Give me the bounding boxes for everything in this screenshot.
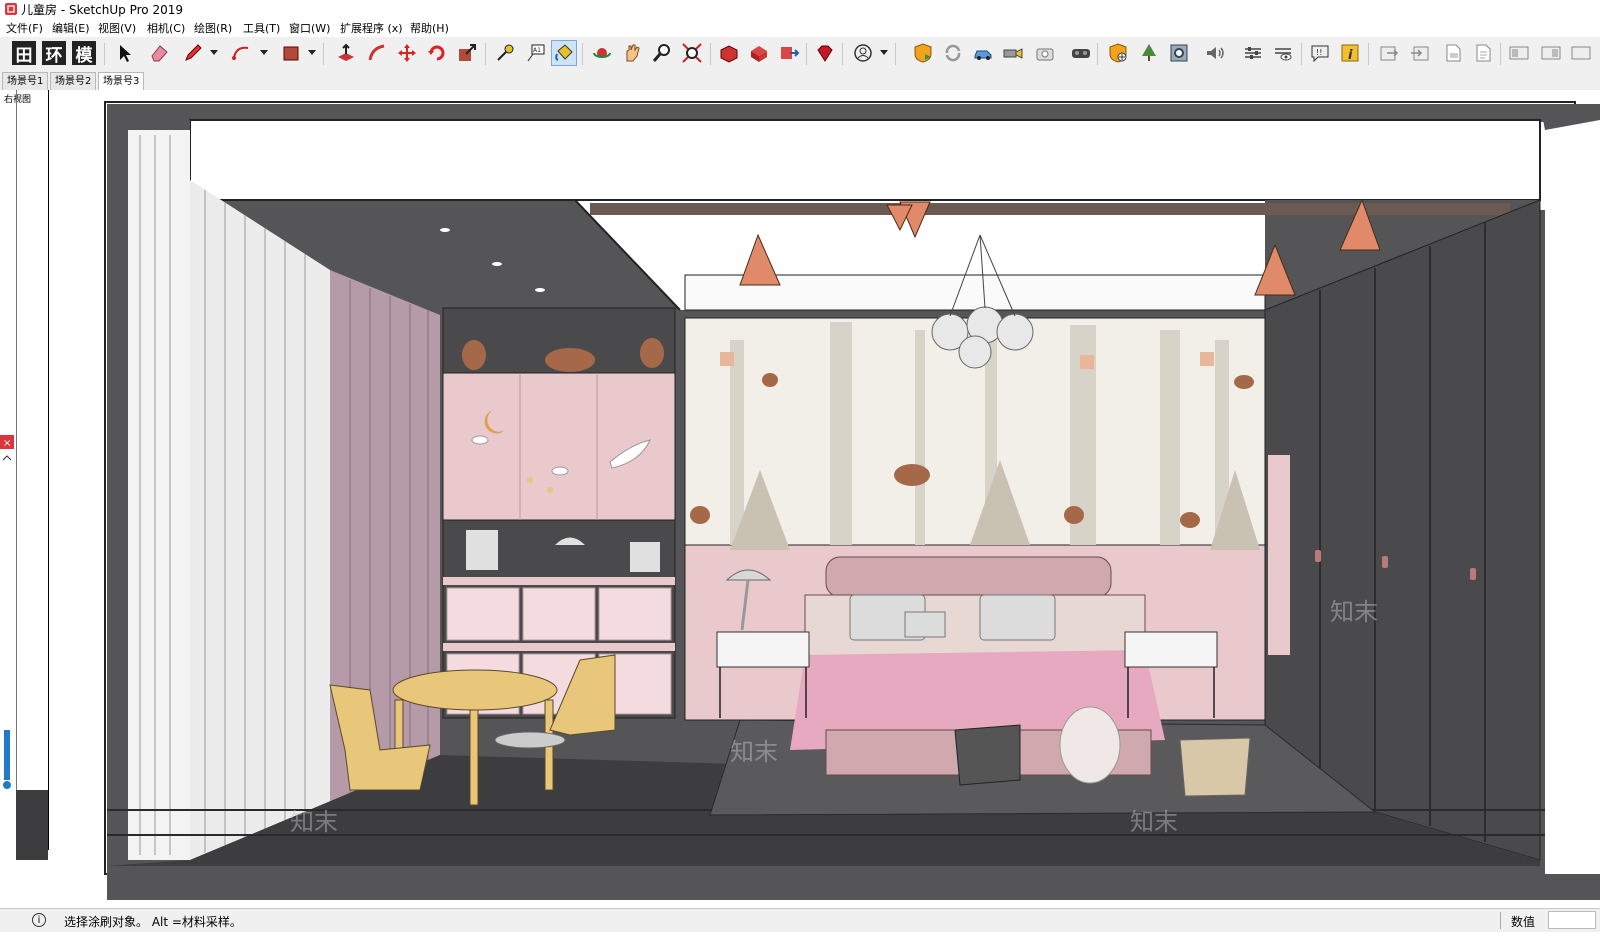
- status-divider: [1500, 912, 1501, 929]
- menu-edit[interactable]: 编辑(E): [50, 20, 92, 36]
- follow-me-icon[interactable]: [364, 40, 390, 66]
- svg-text:!!: !!: [1316, 48, 1322, 57]
- toolbar-separator: [1368, 43, 1369, 65]
- pencil-icon[interactable]: [180, 40, 206, 66]
- scene-tabs-bar: 场景号1 场景号2 场景号3: [0, 71, 1600, 91]
- sketchup-logo-icon: [5, 3, 17, 15]
- orbit-icon[interactable]: [589, 40, 615, 66]
- toolbar-separator: [582, 43, 583, 65]
- document-icon[interactable]: [1470, 40, 1496, 66]
- account-icon[interactable]: [850, 40, 876, 66]
- toolbar-separator: [104, 43, 105, 65]
- window-extra-icon[interactable]: [1568, 40, 1594, 66]
- svg-text:A1: A1: [533, 47, 541, 54]
- move-icon[interactable]: [394, 40, 420, 66]
- tree-icon[interactable]: [1136, 40, 1162, 66]
- chevron-down-icon[interactable]: [880, 47, 888, 57]
- extension-warehouse-icon[interactable]: [746, 40, 772, 66]
- toolbar-separator: [895, 43, 896, 65]
- car-icon[interactable]: [970, 40, 996, 66]
- tab-scene-3[interactable]: 场景号3: [98, 72, 145, 91]
- mo-button[interactable]: 模: [72, 41, 96, 66]
- tian-button[interactable]: 田: [12, 41, 36, 66]
- tape-measure-icon[interactable]: [492, 40, 518, 66]
- vr-headset-icon[interactable]: [1068, 40, 1094, 66]
- rotate-icon[interactable]: [424, 40, 450, 66]
- svg-text:知末: 知末: [290, 808, 338, 836]
- info-circle-icon[interactable]: i: [32, 913, 46, 927]
- panel-icon[interactable]: [1506, 40, 1532, 66]
- toolbar-separator: [710, 43, 711, 65]
- status-hint: 选择涂刷对象。 Alt =材料采样。: [64, 915, 242, 929]
- svg-text:×: ×: [3, 438, 11, 449]
- toolbar-separator: [1301, 43, 1302, 65]
- paint-bucket-icon[interactable]: [551, 40, 577, 66]
- shield-play-icon[interactable]: [910, 40, 936, 66]
- sliders-icon[interactable]: [1240, 40, 1266, 66]
- tab-scene-1[interactable]: 场景号1: [2, 72, 49, 90]
- chevron-down-icon[interactable]: [210, 47, 218, 57]
- camera-icon[interactable]: [1032, 40, 1058, 66]
- toolbar-separator: [485, 43, 486, 65]
- menu-bar: 文件(F) 编辑(E) 视图(V) 相机(C) 绘图(R) 工具(T) 窗口(W…: [0, 18, 1600, 37]
- refresh-icon[interactable]: [940, 40, 966, 66]
- zoom-extents-icon[interactable]: [679, 40, 705, 66]
- info-icon[interactable]: i: [1337, 40, 1363, 66]
- menu-help[interactable]: 帮助(H): [408, 20, 451, 36]
- push-pull-icon[interactable]: [333, 40, 359, 66]
- menu-view[interactable]: 视图(V): [96, 20, 138, 36]
- warehouse-icon[interactable]: [716, 40, 742, 66]
- eraser-icon[interactable]: [146, 40, 172, 66]
- measurements-label: 数值: [1511, 915, 1536, 929]
- svg-text:知末: 知末: [730, 738, 778, 766]
- toolbar-separator: [806, 43, 807, 65]
- speaker-icon[interactable]: [1202, 40, 1228, 66]
- model-viewport[interactable]: 右视图 知末 知末 知末 知末 ×: [0, 90, 1600, 908]
- menu-draw[interactable]: 绘图(R): [192, 20, 234, 36]
- shield-add-icon[interactable]: [1105, 40, 1131, 66]
- menu-extensions[interactable]: 扩展程序 (x): [338, 20, 405, 36]
- menu-window[interactable]: 窗口(W): [287, 20, 332, 36]
- side-tray[interactable]: ×: [0, 435, 14, 875]
- zoom-icon[interactable]: [649, 40, 675, 66]
- scale-icon[interactable]: [454, 40, 480, 66]
- toolbar-separator: [1097, 43, 1098, 65]
- menu-tools[interactable]: 工具(T): [241, 20, 282, 36]
- svg-text:知末: 知末: [1330, 598, 1378, 626]
- gear-icon[interactable]: [1166, 40, 1192, 66]
- layers-icon[interactable]: [1538, 40, 1564, 66]
- chevron-down-icon[interactable]: [260, 47, 268, 57]
- main-toolbar: 田 环 模 A1 !! i: [0, 37, 1600, 72]
- chat-icon[interactable]: !!: [1307, 40, 1333, 66]
- toolbar-separator: [1500, 43, 1501, 65]
- pan-icon[interactable]: [619, 40, 645, 66]
- eye-settings-icon[interactable]: [1270, 40, 1296, 66]
- arc-icon[interactable]: [228, 40, 254, 66]
- title-bar: 儿童房 - SketchUp Pro 2019: [0, 0, 1600, 18]
- chevron-down-icon[interactable]: [308, 47, 316, 57]
- import-icon[interactable]: [1406, 40, 1432, 66]
- svg-text:i: i: [1348, 48, 1353, 63]
- toolbar-separator: [842, 43, 843, 65]
- toolbar-separator: [323, 43, 324, 65]
- status-bar: i 选择涂刷对象。 Alt =材料采样。 数值: [0, 908, 1600, 932]
- tab-scene-2[interactable]: 场景号2: [50, 72, 97, 90]
- pdf-icon[interactable]: [1440, 40, 1466, 66]
- select-arrow-icon[interactable]: [112, 40, 138, 66]
- window-title: 儿童房 - SketchUp Pro 2019: [21, 3, 183, 17]
- rectangle-icon[interactable]: [278, 40, 304, 66]
- text-label-icon[interactable]: A1: [522, 40, 548, 66]
- huan-button[interactable]: 环: [42, 41, 66, 66]
- svg-text:知末: 知末: [1130, 808, 1178, 836]
- menu-camera[interactable]: 相机(C): [145, 20, 187, 36]
- ruby-console-icon[interactable]: [812, 40, 838, 66]
- projector-icon[interactable]: [1000, 40, 1026, 66]
- export-icon[interactable]: [1376, 40, 1402, 66]
- send-to-layout-icon[interactable]: [776, 40, 802, 66]
- menu-file[interactable]: 文件(F): [4, 20, 45, 36]
- bedroom-scene-render: 知末 知末 知末 知末: [16, 101, 1600, 900]
- measurements-input[interactable]: [1548, 911, 1596, 929]
